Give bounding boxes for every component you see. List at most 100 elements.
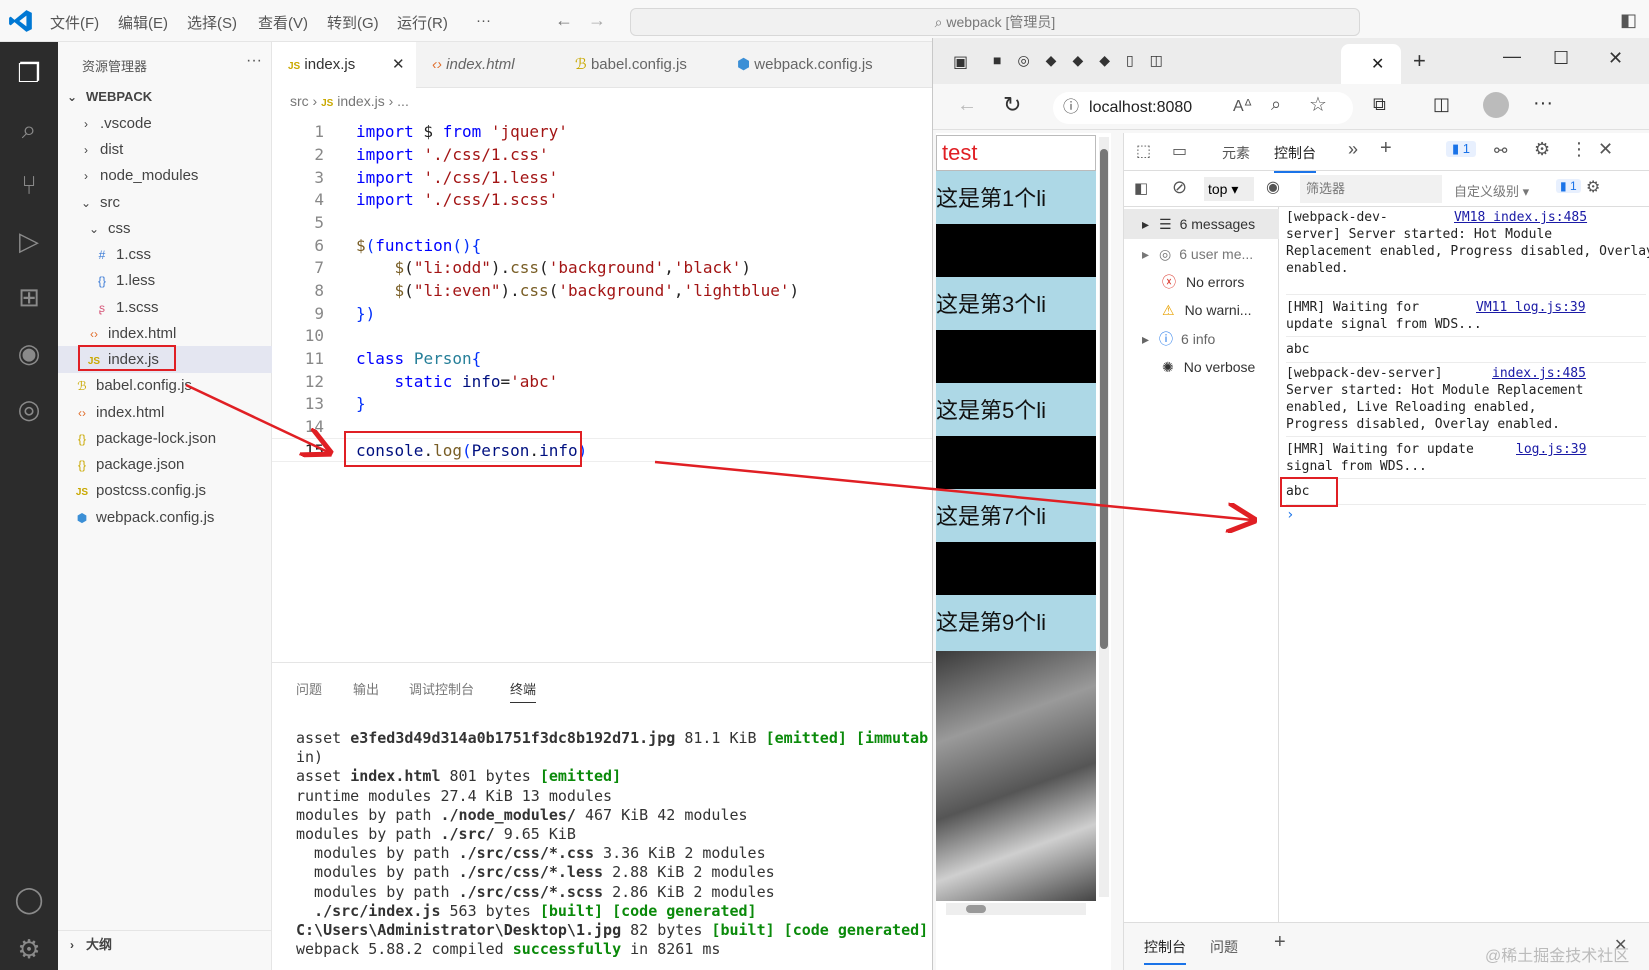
tree-item-vscode[interactable]: › .vscode: [58, 110, 272, 137]
message-badge[interactable]: ▮ 1: [1446, 141, 1476, 157]
tree-item-src-index-html[interactable]: ‹› index.html: [58, 320, 272, 347]
inspect-element-icon[interactable]: ⬚: [1136, 141, 1151, 161]
context-select[interactable]: top ▾: [1204, 177, 1254, 201]
devtools-more-icon[interactable]: ⋮: [1570, 139, 1588, 160]
page-scrollbar[interactable]: [1099, 137, 1109, 897]
network-icon[interactable]: ⚯: [1494, 141, 1507, 161]
breadcrumb-symbol[interactable]: ...: [397, 93, 409, 109]
back-icon[interactable]: ←: [957, 94, 977, 117]
active-browser-tab[interactable]: ✕: [1341, 44, 1401, 84]
tab-debug-console[interactable]: 调试控制台: [409, 679, 474, 698]
menu-edit[interactable]: 编辑(E): [118, 12, 168, 33]
menu-more[interactable]: ···: [476, 12, 491, 29]
account-icon[interactable]: ◯: [12, 882, 46, 916]
breadcrumb-src[interactable]: src: [290, 93, 309, 109]
page-hscrollbar[interactable]: [946, 903, 1086, 915]
split-screen-icon[interactable]: ◫: [1433, 94, 1450, 115]
tab-elements[interactable]: 元素: [1222, 143, 1250, 163]
close-devtools-icon[interactable]: ✕: [1598, 139, 1613, 160]
tree-item-1-less[interactable]: {} 1.less: [58, 267, 272, 294]
drawer-tab-console[interactable]: 控制台: [1144, 937, 1186, 965]
menu-selection[interactable]: 选择(S): [187, 12, 237, 33]
outline-section[interactable]: › 大纲: [58, 930, 272, 957]
tab-console[interactable]: 控制台: [1274, 143, 1316, 173]
tab-problems[interactable]: 问题: [296, 679, 322, 698]
more-tabs-icon[interactable]: »: [1348, 139, 1358, 160]
log-source-link[interactable]: index.js:485: [1492, 365, 1586, 382]
issues-badge[interactable]: ▮ 1: [1556, 179, 1581, 193]
favorite-star-icon[interactable]: ☆: [1309, 92, 1327, 117]
clear-console-icon[interactable]: ⊘: [1172, 177, 1187, 198]
tab-webpack-config[interactable]: ⬢ webpack.config.js: [721, 42, 932, 88]
console-filter-input[interactable]: 筛选器: [1300, 175, 1442, 203]
settings-gear-icon[interactable]: ⚙: [12, 932, 46, 966]
workspace-root[interactable]: ⌄ WEBPACK: [58, 83, 272, 110]
zoom-icon[interactable]: ⌕: [1271, 94, 1281, 115]
layout-toggle-icon[interactable]: ◧: [1620, 10, 1637, 31]
tab-index-html[interactable]: ‹› index.html: [416, 42, 559, 88]
run-debug-icon[interactable]: ▷: [12, 224, 46, 258]
forward-arrow-icon[interactable]: →: [588, 10, 606, 31]
new-tab-icon[interactable]: +: [1413, 48, 1426, 74]
close-tab-icon[interactable]: ✕: [1371, 54, 1384, 74]
remote-explorer-icon[interactable]: ◎: [12, 392, 46, 426]
tree-item-src[interactable]: ⌄ src: [58, 189, 272, 216]
maximize-icon[interactable]: ☐: [1553, 48, 1569, 69]
sidebar-toggle-icon[interactable]: ◧: [1134, 179, 1148, 197]
tree-item-dist[interactable]: › dist: [58, 136, 272, 163]
pinned-tabs-icon[interactable]: ■◎◆◆◆▯◫: [993, 52, 1179, 69]
explorer-icon[interactable]: ❐: [12, 56, 46, 90]
search-icon[interactable]: ⌕: [12, 112, 46, 146]
profile-avatar[interactable]: [1483, 92, 1509, 118]
breadcrumb-file[interactable]: index.js: [337, 93, 384, 109]
tree-item-css[interactable]: ⌄ css: [58, 215, 272, 242]
back-arrow-icon[interactable]: ←: [555, 10, 573, 31]
refresh-icon[interactable]: ↻: [1003, 92, 1021, 118]
log-source-link[interactable]: VM11 log.js:39: [1476, 299, 1586, 316]
close-window-icon[interactable]: ✕: [1608, 48, 1623, 69]
tree-item-babel-config[interactable]: ℬbabel.config.js: [58, 372, 272, 399]
settings-gear-icon[interactable]: ⚙: [1534, 139, 1550, 160]
tab-babel-config[interactable]: ℬ babel.config.js: [559, 42, 721, 88]
page-input-test[interactable]: test: [936, 135, 1096, 171]
git-graph-icon[interactable]: ◉: [12, 336, 46, 370]
close-tab-icon[interactable]: ✕: [392, 42, 405, 88]
tab-index-js[interactable]: JS index.js ✕: [272, 42, 416, 88]
url-field[interactable]: ⓘ localhost:8080: [1053, 92, 1353, 124]
tree-item-webpack-config[interactable]: ⬢ webpack.config.js: [58, 504, 272, 531]
menu-run[interactable]: 运行(R): [397, 12, 448, 33]
log-source-link[interactable]: VM18 index.js:485: [1454, 209, 1587, 226]
command-center-search[interactable]: ⌕ webpack [管理员]: [630, 8, 1360, 36]
drawer-tab-issues[interactable]: 问题: [1210, 937, 1238, 957]
extensions-icon[interactable]: ⧉: [1373, 94, 1386, 115]
live-expression-eye-icon[interactable]: ◉: [1266, 177, 1280, 197]
menu-go[interactable]: 转到(G): [327, 12, 379, 33]
menu-file[interactable]: 文件(F): [50, 12, 99, 33]
terminal-output[interactable]: asset e3fed3d49d314a0b1751f3dc8b192d71.j…: [272, 729, 932, 969]
tab-output[interactable]: 输出: [353, 679, 379, 698]
source-control-icon[interactable]: ⑂: [12, 168, 46, 202]
tree-item-1-css[interactable]: #1.css: [58, 241, 272, 268]
log-level-select[interactable]: 自定义级别 ▾: [1454, 181, 1529, 200]
extensions-icon[interactable]: ⊞: [12, 280, 46, 314]
tab-actions-icon[interactable]: ▣: [953, 52, 968, 72]
menu-view[interactable]: 查看(V): [258, 12, 308, 33]
add-tab-icon[interactable]: +: [1380, 137, 1392, 160]
explorer-more-button[interactable]: ···: [246, 52, 262, 70]
more-menu-icon[interactable]: ···: [1533, 92, 1553, 115]
tree-item-index-html[interactable]: ‹› index.html: [58, 399, 272, 426]
tree-item-package-json[interactable]: {} package.json: [58, 451, 272, 478]
tree-item-postcss-config[interactable]: JS postcss.config.js: [58, 477, 272, 504]
console-settings-icon[interactable]: ⚙: [1586, 177, 1600, 197]
console-prompt-icon[interactable]: ›: [1286, 507, 1294, 523]
tree-item-1-scss[interactable]: ʂ 1.scss: [58, 294, 272, 321]
site-info-icon[interactable]: ⓘ: [1063, 99, 1079, 116]
minimize-icon[interactable]: —: [1503, 46, 1521, 67]
read-aloud-icon[interactable]: Aᐞ: [1233, 96, 1252, 116]
tree-item-package-lock[interactable]: {} package-lock.json: [58, 425, 272, 452]
device-emulation-icon[interactable]: ▭: [1172, 141, 1187, 161]
tree-item-node-modules[interactable]: › node_modules: [58, 162, 272, 189]
tab-terminal[interactable]: 终端: [510, 679, 537, 703]
console-messages[interactable]: [webpack-dev- server] Server started: Ho…: [1124, 207, 1649, 922]
log-source-link[interactable]: log.js:39: [1516, 441, 1586, 458]
